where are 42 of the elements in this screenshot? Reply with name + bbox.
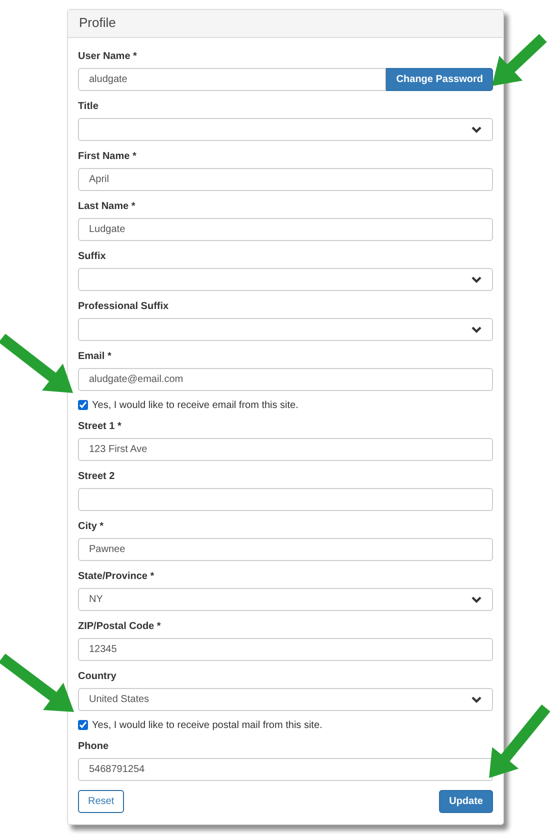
- field-label: Title: [78, 100, 100, 113]
- text-field[interactable]: April: [78, 168, 493, 191]
- checkbox-label: Yes, I would like to receive postal mail from this site.: [92, 720, 322, 730]
- text-field[interactable]: aludgate: [78, 68, 386, 91]
- callout-arrow: [492, 34, 547, 86]
- text-field[interactable]: 123 First Ave: [78, 438, 493, 461]
- text-field[interactable]: [78, 488, 493, 511]
- field-label: Last Name *: [78, 200, 136, 213]
- field-label: City *: [78, 520, 105, 533]
- checkbox[interactable]: [78, 720, 88, 730]
- field-label: User Name *: [78, 50, 138, 63]
- field-label: Country: [78, 670, 118, 683]
- text-field[interactable]: 12345: [78, 638, 493, 661]
- chevron-down-icon: [471, 696, 482, 704]
- dropdown[interactable]: [78, 118, 493, 141]
- text-field[interactable]: Ludgate: [78, 218, 493, 241]
- field-label: First Name *: [78, 150, 138, 163]
- dropdown[interactable]: [78, 268, 493, 291]
- panel-title: Profile: [79, 15, 116, 30]
- checkbox[interactable]: [78, 400, 88, 410]
- chevron-down-icon: [471, 126, 482, 134]
- field-label: Email *: [78, 350, 112, 363]
- field-label: Suffix: [78, 250, 107, 263]
- text-field[interactable]: Pawnee: [78, 538, 493, 561]
- chevron-down-icon: [471, 596, 482, 604]
- text-field[interactable]: aludgate@email.com: [78, 368, 493, 391]
- chevron-down-icon: [471, 326, 482, 334]
- dropdown[interactable]: [78, 318, 493, 341]
- chevron-down-icon: [471, 276, 482, 284]
- field-label: Professional Suffix: [78, 300, 170, 313]
- dropdown[interactable]: United States: [78, 688, 493, 711]
- field-label: State/Province *: [78, 570, 156, 583]
- field-label: Phone: [78, 740, 110, 753]
- text-field[interactable]: 5468791254: [78, 758, 493, 781]
- field-label: Street 2: [78, 470, 116, 483]
- field-label: ZIP/Postal Code *: [78, 620, 162, 633]
- checkbox-label: Yes, I would like to receive email from this site.: [92, 400, 298, 410]
- field-label: Street 1 *: [78, 420, 122, 433]
- reset-button[interactable]: Reset: [78, 790, 124, 813]
- change-password-button[interactable]: Change Password: [386, 68, 493, 91]
- update-button[interactable]: Update: [439, 790, 493, 813]
- dropdown[interactable]: NY: [78, 588, 493, 611]
